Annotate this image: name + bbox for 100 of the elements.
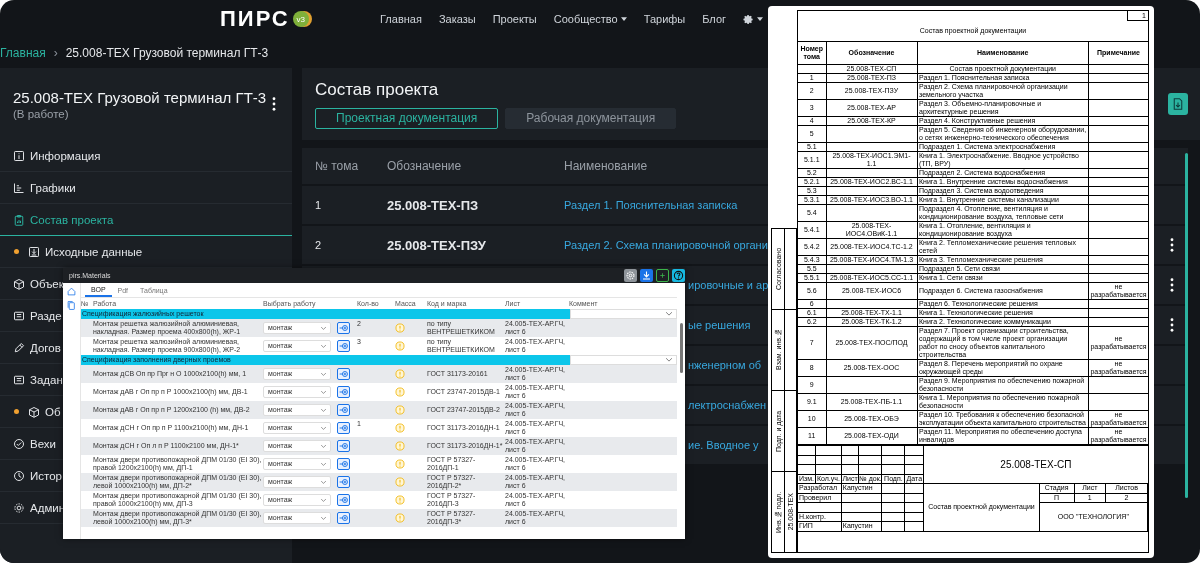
caret-icon: [757, 17, 764, 21]
nav-link[interactable]: Блог: [702, 13, 727, 25]
box-icon: [13, 277, 25, 290]
page-title: Состав проекта: [315, 79, 440, 100]
clipboard-icon: [13, 213, 25, 226]
pen-icon: [13, 341, 25, 354]
warning-icon: [395, 513, 405, 523]
chevron-icon: [321, 408, 326, 412]
chevron-icon: [321, 444, 326, 448]
link-button[interactable]: [337, 340, 350, 352]
document-code: 25.008-ТЕХ-ПЗ: [387, 197, 480, 213]
chevron-icon: [321, 462, 326, 466]
tab[interactable]: Проектная документация: [315, 107, 499, 129]
more-icon[interactable]: [1170, 238, 1174, 252]
nav-link[interactable]: Главная: [380, 13, 422, 25]
chevron-icon: [666, 312, 672, 316]
check-icon: [13, 437, 25, 450]
warning-icon: [395, 441, 405, 451]
warning-icon: [395, 369, 405, 379]
settings-menu[interactable]: [743, 13, 764, 25]
warning-icon: [395, 405, 405, 415]
settings-button[interactable]: [624, 269, 637, 282]
chevron-icon: [321, 326, 326, 330]
link-icon: [338, 387, 349, 397]
gear-icon: [743, 13, 755, 25]
document-link[interactable]: Раздел 1. Пояснительная записка: [564, 199, 738, 211]
chevron-icon: [321, 390, 326, 394]
link-button[interactable]: [337, 422, 350, 434]
scrollbar[interactable]: [1185, 153, 1188, 498]
column-header: Обозначение: [387, 159, 463, 173]
help-icon: [673, 270, 684, 281]
warning-icon: [395, 341, 405, 351]
sidebar-item[interactable]: Состав проекта: [0, 204, 292, 236]
download-button[interactable]: [640, 269, 653, 282]
warning-icon: [395, 477, 405, 487]
warning-icon: [395, 387, 405, 397]
chevron-icon: [321, 344, 326, 348]
nav-link[interactable]: Заказы: [438, 13, 476, 25]
link-button[interactable]: [337, 386, 350, 398]
link-button[interactable]: [337, 458, 350, 470]
list-icon: [13, 373, 25, 386]
tab[interactable]: Рабочая документация: [505, 107, 677, 129]
nav-link[interactable]: Тарифы: [643, 13, 686, 25]
link-icon: [338, 513, 349, 523]
plus-icon: [658, 271, 667, 280]
link-icon: [338, 495, 349, 505]
add-button[interactable]: [656, 269, 669, 282]
list-icon: [13, 309, 25, 322]
link-button[interactable]: [337, 440, 350, 452]
more-icon[interactable]: [272, 97, 276, 111]
link-icon: [338, 323, 349, 333]
more-icon[interactable]: [1170, 278, 1174, 292]
download-file-button[interactable]: [1168, 93, 1188, 115]
download-icon: [641, 270, 652, 281]
copy-icon[interactable]: [67, 301, 76, 310]
sidebar-item[interactable]: Информация: [0, 140, 292, 172]
project-title: 25.008-ТЕХ Грузовой терминал ГТ-3: [13, 88, 267, 106]
help-button[interactable]: [672, 269, 685, 282]
gear-icon: [13, 501, 25, 514]
link-icon: [338, 459, 349, 469]
document-code: 25.008-ТЕХ-ПЗУ: [387, 237, 487, 253]
breadcrumb-current: 25.008-ТЕХ Грузовой терминал ГТ-3: [65, 46, 269, 60]
chevron-icon: [321, 480, 326, 484]
box-icon: [28, 405, 40, 418]
home-icon[interactable]: [67, 287, 76, 296]
column-header: Наименование: [564, 159, 648, 173]
nav-link[interactable]: Проекты: [492, 13, 537, 25]
document-code: 25.008-ТЕХ-СП: [923, 445, 1148, 484]
column-header: № тома: [315, 159, 360, 173]
link-icon: [338, 341, 349, 351]
link-icon: [338, 405, 349, 415]
link-button[interactable]: [337, 476, 350, 488]
document-link[interactable]: Раздел 2. Схема планировочной органи: [564, 239, 768, 251]
version-badge: v3: [292, 11, 309, 27]
warning-icon: [395, 323, 405, 333]
project-status: (В работе): [13, 107, 70, 120]
nav-link[interactable]: Сообщество: [553, 13, 627, 25]
more-icon[interactable]: [1170, 318, 1174, 332]
scrollbar[interactable]: [680, 323, 683, 373]
breadcrumb-link[interactable]: Главная: [0, 46, 46, 60]
warning-icon: [395, 495, 405, 505]
link-button[interactable]: [337, 494, 350, 506]
link-button[interactable]: [337, 368, 350, 380]
chart-icon: [13, 181, 25, 194]
logo-wordmark[interactable]: ПИРС: [220, 6, 290, 32]
volume-number: 2: [315, 239, 323, 251]
link-icon: [338, 369, 349, 379]
sidebar-item[interactable]: Графики: [0, 172, 292, 204]
link-icon: [338, 441, 349, 451]
info-icon: [13, 149, 25, 162]
import-icon: [28, 245, 40, 258]
chevron-icon: [666, 358, 672, 362]
chevron-icon: [321, 498, 326, 502]
link-button[interactable]: [337, 322, 350, 334]
volume-number: 1: [315, 199, 323, 211]
link-button[interactable]: [337, 512, 350, 524]
chevron-icon: [321, 516, 326, 520]
gear-icon: [625, 270, 636, 281]
link-button[interactable]: [337, 404, 350, 416]
warning-icon: [395, 459, 405, 469]
